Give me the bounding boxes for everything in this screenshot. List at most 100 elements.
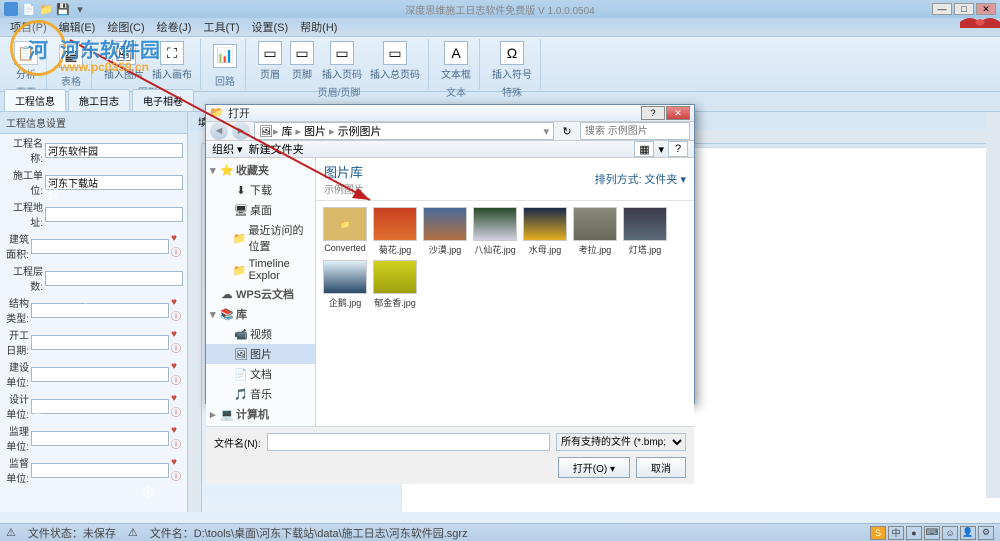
qat-open-icon[interactable]: 📁 (39, 2, 53, 16)
tree-node-label: Timeline Explor (249, 258, 311, 282)
open-button[interactable]: 打开(O) ▾ (558, 457, 630, 478)
tree-node[interactable]: 🖥桌面 (206, 200, 315, 220)
ribbon-button[interactable]: Ω插入符号 (490, 39, 534, 83)
tree-node[interactable]: ▾⭐收藏夹 (206, 160, 315, 180)
heart-icon[interactable]: ♥ ⓘ (169, 329, 183, 355)
menu-settings[interactable]: 设置(S) (246, 17, 295, 37)
image-thumb[interactable]: 考拉.jpg (572, 207, 618, 256)
form-field-input[interactable] (45, 143, 183, 158)
menu-tools[interactable]: 工具(T) (197, 17, 245, 37)
view-dropdown-icon[interactable]: ▾ (658, 143, 664, 156)
image-thumb[interactable]: 菊花.jpg (372, 207, 418, 256)
heart-icon[interactable]: ♥ ⓘ (169, 425, 183, 451)
heart-icon[interactable]: ♥ ⓘ (169, 297, 183, 323)
ribbon-button-label: 页眉 (260, 66, 280, 81)
tree-node[interactable]: 📹视频 (206, 324, 315, 344)
tree-node[interactable]: 📁最近访问的位置 (206, 220, 315, 256)
form-field-input[interactable] (31, 399, 169, 414)
form-field-input[interactable] (45, 207, 183, 222)
form-field-input[interactable] (31, 239, 169, 254)
folder-thumb[interactable]: 📁Converted (322, 207, 368, 256)
form-field-input[interactable] (45, 175, 183, 190)
tree-expander-icon[interactable]: ▾ (210, 308, 218, 321)
breadcrumb-dropdown-icon[interactable]: ▾ (543, 125, 549, 138)
form-field-input[interactable] (31, 367, 169, 382)
heart-icon[interactable]: ♥ ⓘ (169, 457, 183, 483)
ribbon-button[interactable]: A文本框 (439, 39, 473, 83)
sort-label: 排列方式: (595, 174, 642, 186)
organize-button[interactable]: 组织 ▾ (212, 141, 243, 157)
form-field-input[interactable] (31, 431, 169, 446)
breadcrumb-item[interactable]: 图片 (301, 123, 329, 139)
filename-input[interactable] (267, 433, 550, 451)
filetype-select[interactable]: 所有支持的文件 (*.bmp; *.dib; ▾ (556, 433, 686, 451)
tree-expander-icon[interactable]: ▸ (210, 408, 218, 421)
ime-cn-button[interactable]: 中 (888, 526, 904, 540)
nav-refresh-button[interactable]: ↻ (558, 122, 576, 140)
ribbon-button[interactable]: ▭页脚 (288, 39, 316, 83)
tab-project-info[interactable]: 工程信息 (4, 89, 66, 111)
form-field-label: 开工日期: (4, 327, 31, 357)
breadcrumb[interactable]: 🖼 ▸ 库 ▸ 图片 ▸ 示例图片 ▾ (254, 122, 554, 140)
breadcrumb-item[interactable]: 库 (279, 123, 296, 139)
heart-icon[interactable]: ♥ ⓘ (169, 233, 183, 259)
image-thumb[interactable]: 灯塔.jpg (622, 207, 668, 256)
cancel-button[interactable]: 取消 (636, 457, 686, 478)
image-thumb[interactable]: 企鹅.jpg (322, 260, 368, 309)
tree-node[interactable]: 📄文档 (206, 364, 315, 384)
ime-user-icon[interactable]: 👤 (960, 526, 976, 540)
form-field-input[interactable] (31, 335, 169, 350)
view-thumbnails-button[interactable]: ▦ (634, 141, 654, 157)
tree-node[interactable]: ☁WPS云文档 (206, 284, 315, 304)
search-input[interactable] (580, 122, 690, 140)
watermark-url: www.pc0359.cn (60, 60, 149, 74)
image-thumb[interactable]: 郁金香.jpg (372, 260, 418, 309)
ribbon-button[interactable]: ▭插入页码 (320, 39, 364, 83)
nav-forward-button[interactable]: ► (232, 122, 250, 140)
heart-icon[interactable]: ♥ ⓘ (169, 361, 183, 387)
sort-dropdown[interactable]: 文件夹 ▾ (644, 174, 686, 186)
tree-node[interactable]: 📁Timeline Explor (206, 256, 315, 284)
dialog-close-button[interactable]: ✕ (666, 106, 690, 120)
ime-keyboard-icon[interactable]: ⌨ (924, 526, 940, 540)
form-field-input[interactable] (31, 463, 169, 478)
tree-node[interactable]: ▸💻计算机 (206, 404, 315, 424)
dialog-help-button[interactable]: ? (641, 106, 665, 120)
qat-dropdown-icon[interactable]: ▾ (73, 2, 87, 16)
ime-settings-icon[interactable]: ⚙ (978, 526, 994, 540)
form-field-input[interactable] (45, 271, 183, 286)
minimize-button[interactable]: — (932, 3, 952, 15)
heart-icon[interactable]: ♥ ⓘ (169, 393, 183, 419)
newfolder-button[interactable]: 新建文件夹 (249, 141, 304, 157)
tree-node-icon: ☁ (221, 288, 233, 300)
image-thumb[interactable]: 沙漠.jpg (422, 207, 468, 256)
form-field-input[interactable] (31, 303, 169, 318)
ime-emoji-icon[interactable]: ☺ (942, 526, 958, 540)
image-thumb[interactable]: 水母.jpg (522, 207, 568, 256)
tree-node[interactable]: 🎵音乐 (206, 384, 315, 404)
menu-help[interactable]: 帮助(H) (294, 17, 343, 37)
breadcrumb-item[interactable]: 示例图片 (335, 123, 385, 139)
tree-node[interactable]: ▾📚库 (206, 304, 315, 324)
qat-new-icon[interactable]: 📄 (22, 2, 36, 16)
vertical-scrollbar[interactable] (986, 112, 1000, 498)
image-thumb[interactable]: 八仙花.jpg (472, 207, 518, 256)
tree-node[interactable]: 🖼图片 (206, 344, 315, 364)
thumb-label: 企鹅.jpg (322, 296, 368, 309)
ribbon-button[interactable]: ▭页眉 (256, 39, 284, 83)
tree-node-icon: 🎵 (235, 388, 247, 400)
tab-photo-album[interactable]: 电子相卷 (132, 89, 194, 111)
nav-back-button[interactable]: ◄ (210, 122, 228, 140)
ime-sogou-icon[interactable]: S (870, 526, 886, 540)
ime-punct-button[interactable]: ● (906, 526, 922, 540)
titlebar: 📄 📁 💾 ▾ 深度思维施工日志软件免费版 V 1.0.0.0504 — □ ✕ (0, 0, 1000, 18)
file-status-label: 文件状态： (28, 528, 83, 540)
tree-node-label: 桌面 (250, 202, 272, 218)
ribbon-button[interactable]: 📊 (211, 42, 239, 70)
ribbon-button[interactable]: ▭插入总页码 (368, 39, 422, 83)
tree-node[interactable]: ⬇下载 (206, 180, 315, 200)
tree-expander-icon[interactable]: ▾ (210, 164, 218, 177)
tab-construction-log[interactable]: 施工日志 (68, 89, 130, 111)
view-help-button[interactable]: ? (668, 141, 688, 157)
qat-save-icon[interactable]: 💾 (56, 2, 70, 16)
